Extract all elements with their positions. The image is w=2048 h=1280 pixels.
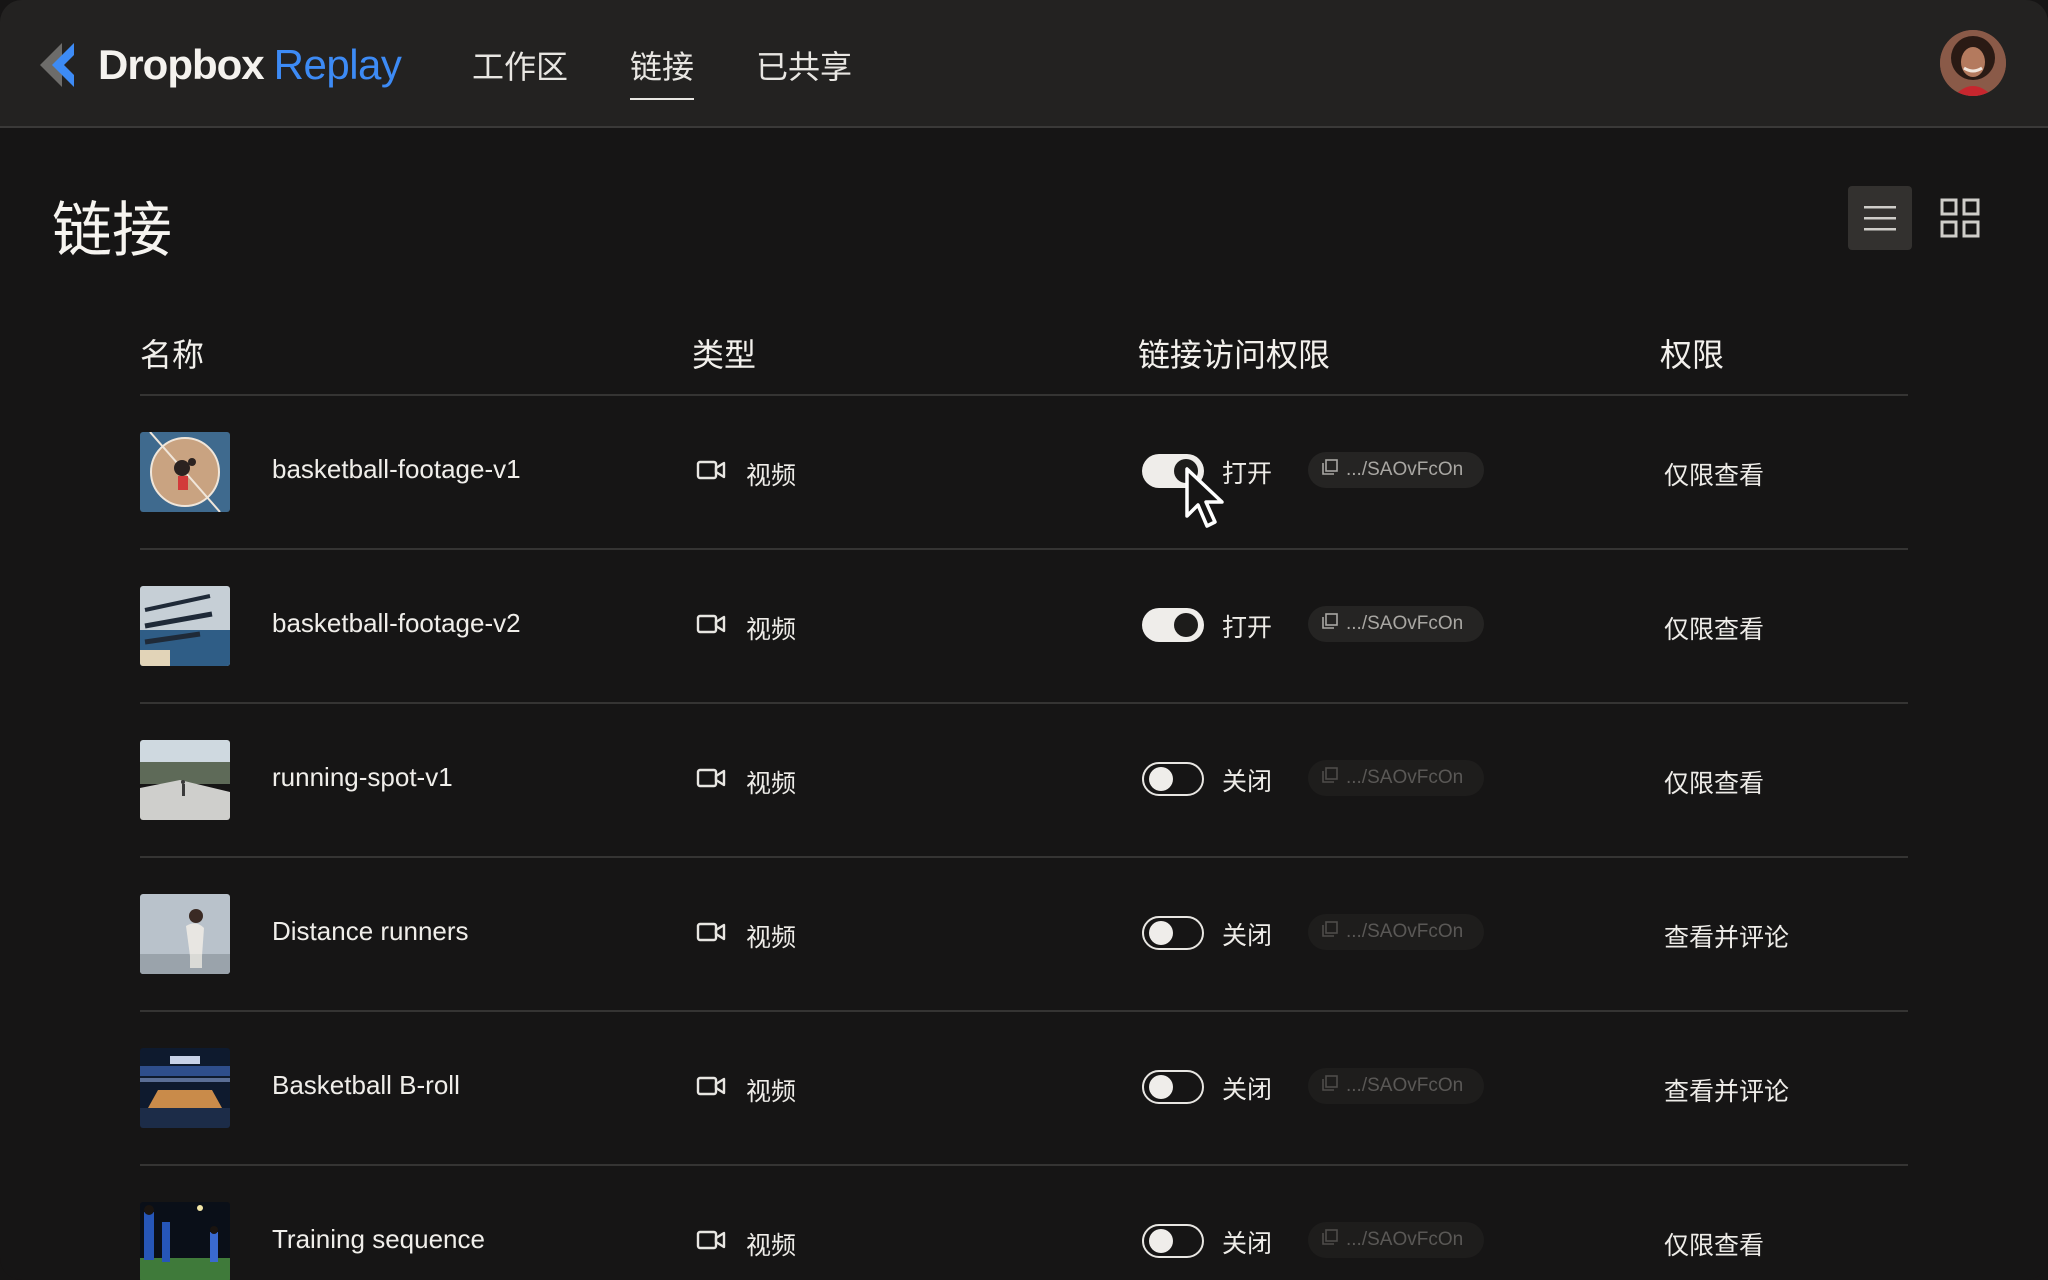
file-type: 视频 xyxy=(746,461,797,490)
link-url: .../SAOvFcOn xyxy=(1346,1229,1464,1250)
video-camera-icon xyxy=(696,612,726,636)
link-access-toggle[interactable] xyxy=(1142,916,1204,950)
permission-dropdown[interactable]: 查看并评论 xyxy=(1664,918,1789,954)
video-thumbnail[interactable] xyxy=(140,432,230,512)
replay-logo-icon xyxy=(40,43,80,87)
file-type: 视频 xyxy=(746,1077,797,1106)
link-access-toggle[interactable] xyxy=(1142,608,1204,642)
table-row[interactable]: basketball-footage-v1 视频 打开 .../SAOvFcOn… xyxy=(140,396,1908,550)
avatar[interactable] xyxy=(1940,30,2006,96)
header-link-access[interactable]: 链接访问权限 xyxy=(1138,330,1330,376)
brand-product: Replay xyxy=(273,41,402,88)
link-url: .../SAOvFcOn xyxy=(1346,767,1464,788)
table-row[interactable]: Training sequence 视频 关闭 .../SAOvFcOn 仅限查… xyxy=(140,1166,1908,1280)
permission-dropdown[interactable]: 仅限查看 xyxy=(1664,610,1764,646)
grid-view-button[interactable] xyxy=(1928,186,1992,250)
brand-name: Dropbox xyxy=(98,41,265,88)
header-type[interactable]: 类型 xyxy=(692,330,756,376)
table-row[interactable]: Basketball B-roll 视频 关闭 .../SAOvFcOn 查看并… xyxy=(140,1012,1908,1166)
logo[interactable]: Dropbox Replay xyxy=(40,40,402,90)
user-avatar-icon xyxy=(1940,30,2006,96)
copy-icon xyxy=(1308,613,1346,635)
link-access-toggle[interactable] xyxy=(1142,762,1204,796)
link-access-state: 打开 xyxy=(1222,459,1273,488)
copy-icon xyxy=(1308,921,1346,943)
list-icon xyxy=(1864,206,1896,231)
video-thumbnail[interactable] xyxy=(140,1048,230,1128)
header-name[interactable]: 名称 xyxy=(140,330,204,376)
file-type: 视频 xyxy=(746,923,797,952)
link-access-state: 打开 xyxy=(1222,613,1273,642)
top-bar: Dropbox Replay 工作区 链接 已共享 xyxy=(0,0,2048,128)
video-thumbnail[interactable] xyxy=(140,586,230,666)
file-type: 视频 xyxy=(746,1231,797,1260)
link-url: .../SAOvFcOn xyxy=(1346,921,1464,942)
copy-icon xyxy=(1308,1229,1346,1251)
copy-link-button[interactable]: .../SAOvFcOn xyxy=(1308,914,1484,950)
copy-link-button[interactable]: .../SAOvFcOn xyxy=(1308,606,1484,642)
table-header: 名称 类型 链接访问权限 权限 xyxy=(140,300,1908,396)
file-name[interactable]: Basketball B-roll xyxy=(272,1070,460,1101)
file-name[interactable]: basketball-footage-v2 xyxy=(272,608,521,639)
nav-links[interactable]: 链接 xyxy=(630,42,695,100)
video-camera-icon xyxy=(696,766,726,790)
permission-dropdown[interactable]: 仅限查看 xyxy=(1664,1226,1764,1262)
link-access-state: 关闭 xyxy=(1222,921,1273,950)
file-name[interactable]: Distance runners xyxy=(272,916,469,947)
list-view-button[interactable] xyxy=(1848,186,1912,250)
copy-icon xyxy=(1308,1075,1346,1097)
link-access-toggle[interactable] xyxy=(1142,1070,1204,1104)
app-window: Dropbox Replay 工作区 链接 已共享 链接 名称 类型 链接访问权… xyxy=(0,0,2048,1280)
file-name[interactable]: Training sequence xyxy=(272,1224,485,1255)
page-title: 链接 xyxy=(52,196,172,266)
nav-shared[interactable]: 已共享 xyxy=(756,42,852,100)
table-row[interactable]: basketball-footage-v2 视频 打开 .../SAOvFcOn… xyxy=(140,550,1908,704)
permission-dropdown[interactable]: 查看并评论 xyxy=(1664,1072,1789,1108)
table-row[interactable]: running-spot-v1 视频 关闭 .../SAOvFcOn 仅限查看 xyxy=(140,704,1908,858)
copy-icon xyxy=(1308,459,1346,481)
video-camera-icon xyxy=(696,458,726,482)
link-access-state: 关闭 xyxy=(1222,1075,1273,1104)
nav-workspace[interactable]: 工作区 xyxy=(472,42,568,100)
copy-link-button[interactable]: .../SAOvFcOn xyxy=(1308,1222,1484,1258)
links-table: 名称 类型 链接访问权限 权限 basketball-footage-v1 视频… xyxy=(140,300,1908,1280)
permission-dropdown[interactable]: 仅限查看 xyxy=(1664,456,1764,492)
copy-icon xyxy=(1308,767,1346,789)
grid-icon xyxy=(1940,198,1980,238)
permission-dropdown[interactable]: 仅限查看 xyxy=(1664,764,1764,800)
link-access-toggle[interactable] xyxy=(1142,1224,1204,1258)
main-nav: 工作区 链接 已共享 xyxy=(472,42,914,100)
copy-link-button[interactable]: .../SAOvFcOn xyxy=(1308,760,1484,796)
link-access-state: 关闭 xyxy=(1222,767,1273,796)
link-access-toggle[interactable] xyxy=(1142,454,1204,488)
video-thumbnail[interactable] xyxy=(140,1202,230,1280)
link-access-state: 关闭 xyxy=(1222,1229,1273,1258)
link-url: .../SAOvFcOn xyxy=(1346,459,1464,480)
video-camera-icon xyxy=(696,1228,726,1252)
header-permission[interactable]: 权限 xyxy=(1660,330,1724,376)
video-camera-icon xyxy=(696,920,726,944)
video-thumbnail[interactable] xyxy=(140,894,230,974)
file-type: 视频 xyxy=(746,615,797,644)
file-type: 视频 xyxy=(746,769,797,798)
copy-link-button[interactable]: .../SAOvFcOn xyxy=(1308,1068,1484,1104)
view-toggle xyxy=(1832,186,1992,250)
video-camera-icon xyxy=(696,1074,726,1098)
video-thumbnail[interactable] xyxy=(140,740,230,820)
table-row[interactable]: Distance runners 视频 关闭 .../SAOvFcOn 查看并评… xyxy=(140,858,1908,1012)
file-name[interactable]: basketball-footage-v1 xyxy=(272,454,521,485)
copy-link-button[interactable]: .../SAOvFcOn xyxy=(1308,452,1484,488)
link-url: .../SAOvFcOn xyxy=(1346,1075,1464,1096)
file-name[interactable]: running-spot-v1 xyxy=(272,762,453,793)
link-url: .../SAOvFcOn xyxy=(1346,613,1464,634)
